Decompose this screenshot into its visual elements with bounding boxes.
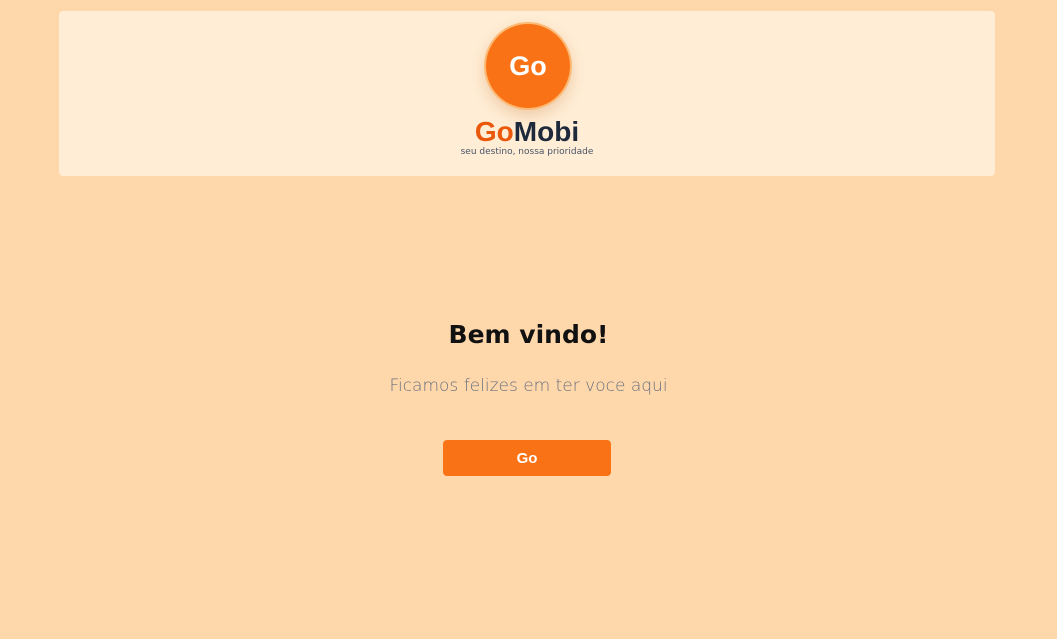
brand-name-go: Go	[474, 116, 514, 147]
go-button[interactable]: Go	[443, 440, 611, 476]
brand-name: GoMobi	[59, 116, 995, 148]
header-card: Go GoMobi seu destino, nossa prioridade	[59, 11, 995, 176]
welcome-title: Bem vindo!	[448, 320, 609, 349]
logo-text: Go	[509, 50, 547, 81]
brand-name-mobi: Mobi	[513, 116, 580, 147]
tagline: seu destino, nossa prioridade	[460, 147, 594, 157]
logo: Go	[484, 22, 572, 110]
welcome-subtitle: Ficamos felizes em ter voce aqui	[389, 376, 668, 396]
